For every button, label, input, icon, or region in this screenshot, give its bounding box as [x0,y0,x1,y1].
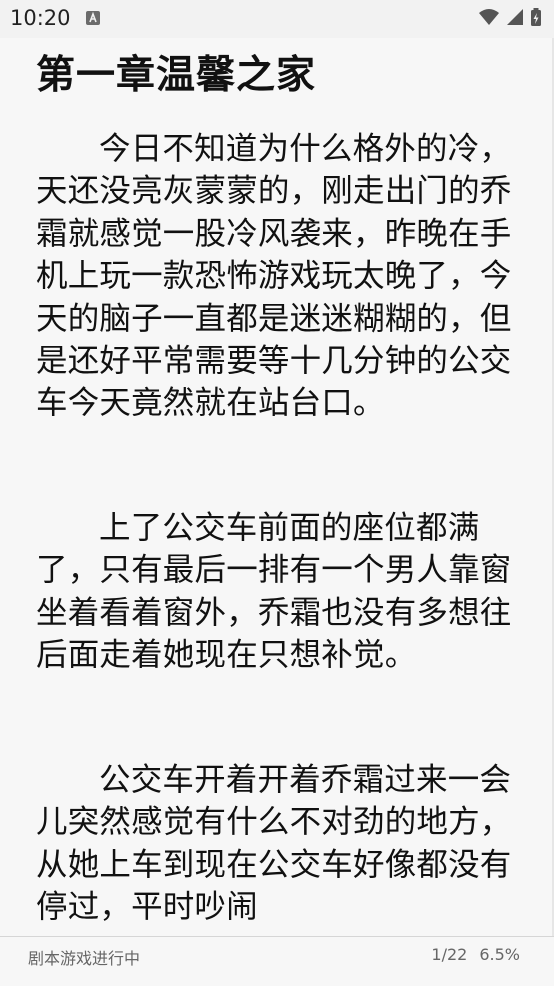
status-bar: 10:20 [0,0,554,38]
book-title: 剧本游戏进行中 [28,949,141,968]
paragraph: 上了公交车前面的座位都满了，只有最后一排有一个男人靠窗坐着看着窗外，乔霜也没有多… [36,510,512,674]
reader-footer: 剧本游戏进行中 1/22 6.5% [0,937,554,986]
paragraph: 今日不知道为什么格外的冷，天还没亮灰蒙蒙的，刚走出门的乔霜就感觉一股冷风袭来，昨… [36,131,512,422]
progress-percent: 6.5% [479,945,520,964]
paragraph: 公交车开着开着乔霜过来一会儿突然感觉有什么不对劲的地方，从她上车到现在公交车好像… [36,762,512,926]
reading-progress: 1/22 6.5% [431,945,520,964]
battery-charging-icon [530,7,542,31]
status-time: 10:20 [10,6,71,30]
cell-signal-icon [506,8,524,30]
notification-a-icon [86,11,100,25]
status-icons [478,6,542,32]
chapter-title: 第一章温馨之家 [36,53,317,98]
reader-content[interactable]: 第一章温馨之家 今日不知道为什么格外的冷，天还没亮灰蒙蒙的，刚走出门的乔霜就感觉… [0,38,554,936]
wifi-icon [478,8,500,30]
page-indicator: 1/22 [431,945,468,964]
